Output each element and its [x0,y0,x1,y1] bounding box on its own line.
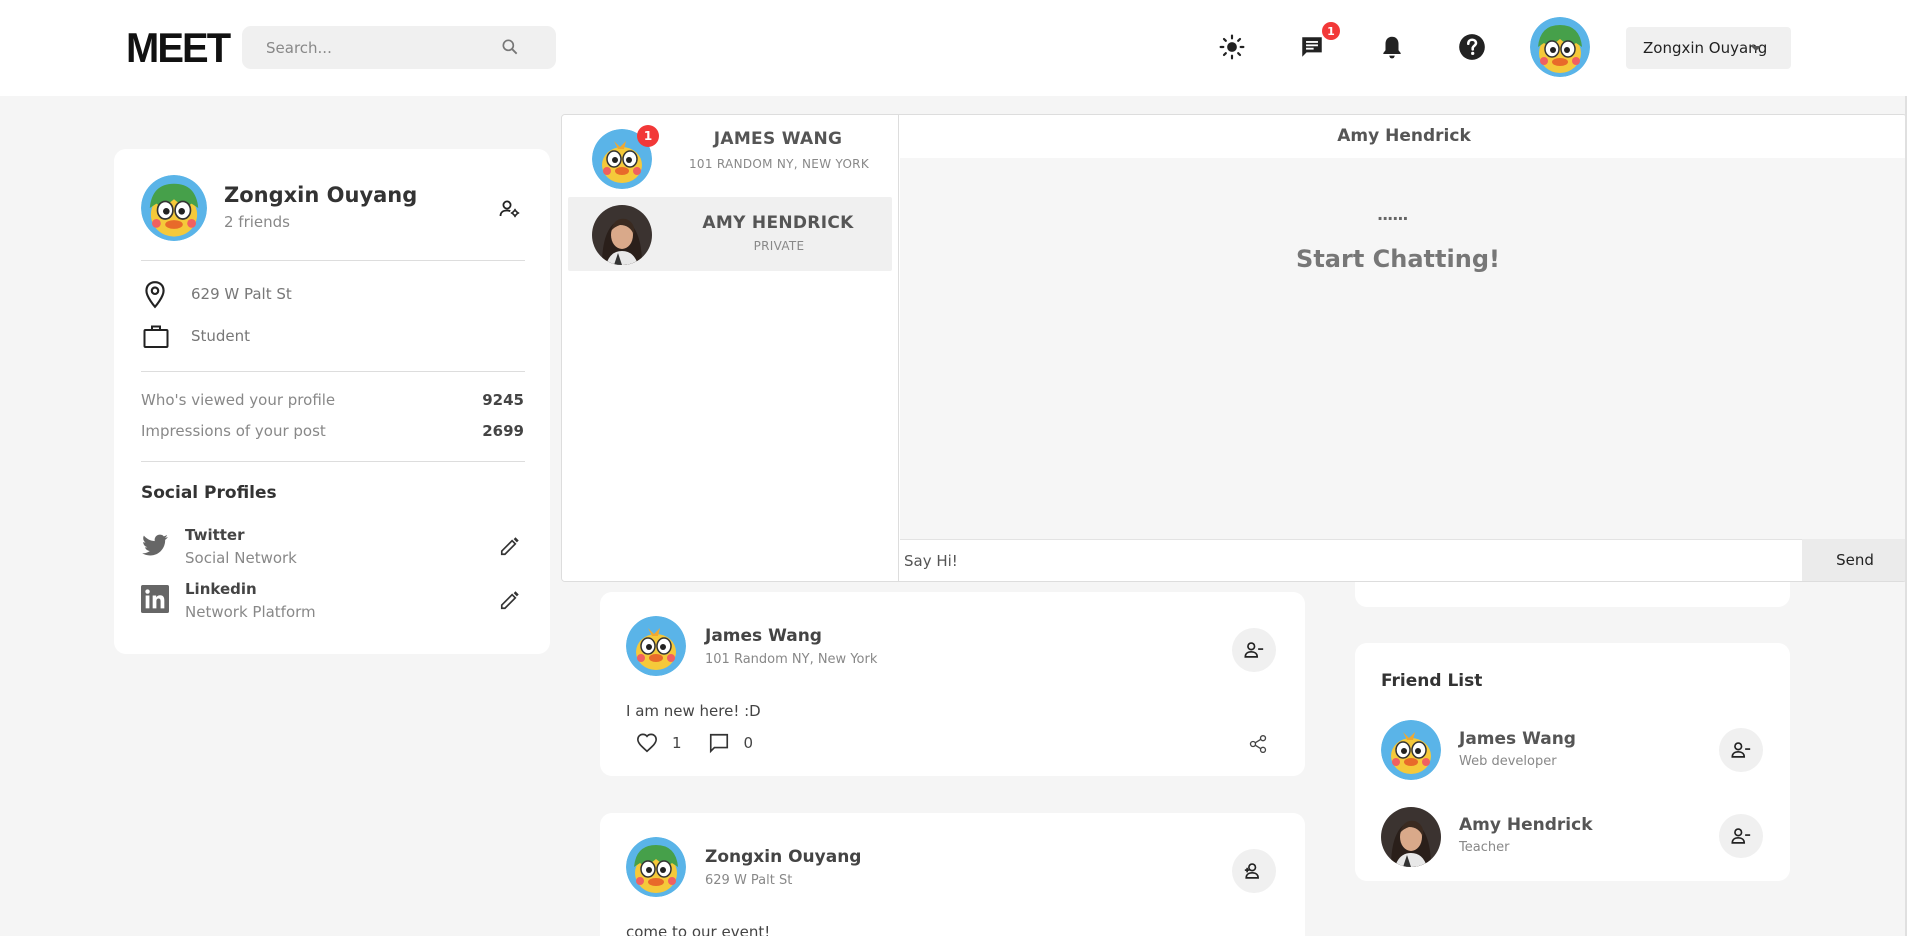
post-author-location: 629 W Palt St [705,873,793,888]
person-remove-icon [1731,742,1751,758]
post-author-avatar[interactable] [626,837,686,897]
comment-icon[interactable] [708,732,730,754]
friend-list-card: Friend List James Wang Web developer Amy… [1355,643,1790,881]
profile-name[interactable]: Zongxin Ouyang [224,183,417,207]
manage-account-icon[interactable] [498,197,522,221]
post-actions: 1 0 [636,732,779,754]
conversation-list: 1 JAMES WANG 101 RANDOM NY, NEW YORK AMY… [562,115,899,581]
notifications-bell-icon[interactable] [1377,32,1407,62]
chat-panel: 1 JAMES WANG 101 RANDOM NY, NEW YORK AMY… [561,114,1907,582]
chat-header-name: Amy Hendrick [900,115,1906,158]
top-navbar: MEET 1 Zongxin Ouyang [0,0,1907,96]
profile-location: 629 W Palt St [191,285,292,303]
post-author-name[interactable]: Zongxin Ouyang [705,847,861,867]
post-text: come to our event! [626,923,771,936]
remove-friend-button[interactable] [1232,628,1276,672]
edit-pencil-icon[interactable] [499,535,521,557]
conversation-name: AMY HENDRICK [702,213,854,233]
social-profiles-title: Social Profiles [141,483,277,503]
divider [141,371,525,372]
friend-occupation: Teacher [1459,840,1510,855]
divider [141,461,525,462]
location-pin-icon [145,281,165,309]
user-menu-label: Zongxin Ouyang [1643,39,1768,57]
person-remove-icon [1731,828,1751,844]
share-icon[interactable] [1248,734,1268,754]
post-author-name[interactable]: James Wang [705,626,822,646]
conversation-avatar [592,205,652,265]
friend-avatar[interactable] [1381,807,1441,867]
chat-empty-title: Start Chatting! [1296,245,1500,273]
user-avatar[interactable] [1530,17,1590,77]
app-logo[interactable]: MEET [126,24,231,72]
conversation-subtitle: PRIVATE [753,239,805,253]
chevron-down-icon [1751,46,1761,51]
post-impressions-label: Impressions of your post [141,422,326,440]
chat-typing-dots: ...... [1377,205,1408,224]
friend-occupation: Web developer [1459,754,1557,769]
social-name-twitter[interactable]: Twitter [185,526,245,544]
remove-friend-button[interactable] [1719,728,1763,772]
post-author-avatar[interactable] [626,616,686,676]
messages-button[interactable] [1297,32,1327,62]
likes-count: 1 [672,734,682,752]
friend-list-title: Friend List [1381,671,1483,691]
friend-avatar[interactable] [1381,720,1441,780]
unread-badge: 1 [637,125,659,147]
divider [141,260,525,261]
profile-avatar[interactable] [141,175,207,241]
remove-friend-button[interactable] [1719,814,1763,858]
social-sub-twitter: Social Network [185,549,297,567]
post-card: Zongxin Ouyang 629 W Palt St come to our… [600,813,1305,936]
add-friend-button[interactable] [1232,849,1276,893]
conversation-subtitle: 101 RANDOM NY, NEW YORK [688,157,869,171]
conversation-item[interactable]: AMY HENDRICK PRIVATE [568,197,892,271]
social-sub-linkedin: Network Platform [185,603,316,621]
send-button[interactable]: Send [1802,539,1906,581]
post-author-location: 101 Random NY, New York [705,652,878,667]
briefcase-icon [143,325,169,348]
user-menu-dropdown[interactable]: Zongxin Ouyang [1626,27,1791,69]
chat-window: Amy Hendrick ...... Start Chatting! Send [900,115,1906,581]
profile-occupation: Student [191,327,251,345]
linkedin-icon [141,585,169,613]
post-impressions-value: 2699 [482,422,524,440]
friend-name[interactable]: James Wang [1459,729,1576,749]
edit-pencil-icon[interactable] [499,589,521,611]
friend-name[interactable]: Amy Hendrick [1459,815,1593,835]
chat-message-input[interactable] [900,539,1802,581]
search-icon[interactable] [500,37,520,57]
heart-icon[interactable] [636,732,658,754]
twitter-icon [142,534,168,556]
theme-toggle-sun-icon[interactable] [1217,32,1247,62]
search-input[interactable] [266,26,496,69]
help-icon[interactable] [1457,32,1487,62]
chat-bubble-icon [1302,37,1322,57]
person-add-icon [1244,863,1259,879]
post-text: I am new here! :D [626,702,761,720]
post-card: James Wang 101 Random NY, New York I am … [600,592,1305,776]
conversation-item[interactable]: 1 JAMES WANG 101 RANDOM NY, NEW YORK [568,121,892,195]
messages-badge: 1 [1322,22,1340,40]
profile-views-label: Who's viewed your profile [141,391,336,409]
social-name-linkedin[interactable]: Linkedin [185,580,257,598]
comments-count: 0 [743,734,754,752]
profile-friends-count: 2 friends [224,213,290,231]
profile-card: Zongxin Ouyang 2 friends 629 W Palt St S… [114,149,550,654]
person-remove-icon [1244,642,1264,658]
profile-views-value: 9245 [482,391,524,409]
conversation-name: JAMES WANG [713,129,843,149]
